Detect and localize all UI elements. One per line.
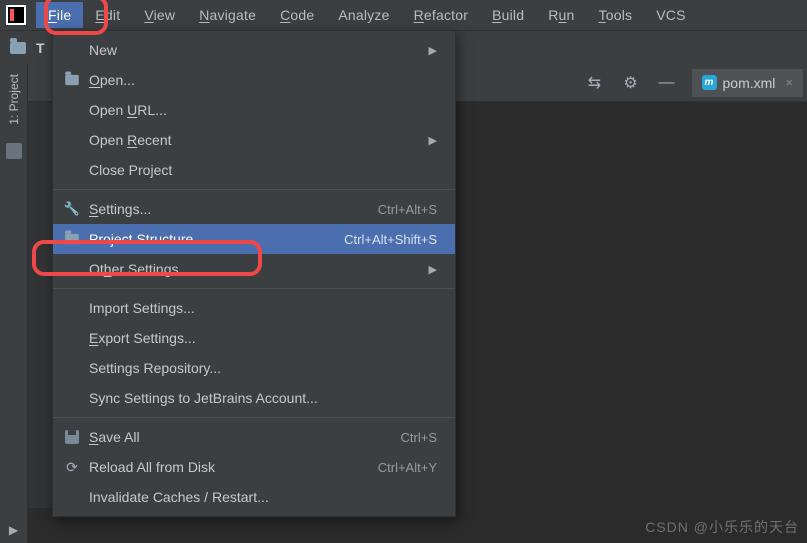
hide-tool-window-icon[interactable]: — bbox=[652, 70, 682, 96]
menu-analyze[interactable]: Analyze bbox=[326, 2, 401, 28]
menu-shortcut: Ctrl+Alt+Y bbox=[378, 460, 437, 475]
menu-item-project-structure[interactable]: Project Structure...Ctrl+Alt+Shift+S bbox=[53, 224, 455, 254]
menu-item-label: Save All bbox=[89, 429, 401, 445]
menu-shortcut: Ctrl+Alt+Shift+S bbox=[344, 232, 437, 247]
menu-bar: FileEditViewNavigateCodeAnalyzeRefactorB… bbox=[0, 0, 807, 30]
run-arrow-icon[interactable]: ▶ bbox=[9, 523, 18, 537]
menu-item-open-url[interactable]: Open URL... bbox=[53, 95, 455, 125]
menu-view[interactable]: View bbox=[132, 2, 187, 28]
menu-item-label: Settings... bbox=[89, 201, 378, 217]
menu-item-settings-repository[interactable]: Settings Repository... bbox=[53, 353, 455, 383]
menu-vcs[interactable]: VCS bbox=[644, 2, 697, 28]
folder-icon bbox=[10, 42, 26, 54]
menu-refactor[interactable]: Refactor bbox=[402, 2, 481, 28]
file-menu-popup: New ▶ Open... Open URL... Open Recent ▶ Close … bbox=[52, 30, 456, 517]
menu-separator bbox=[53, 189, 455, 190]
menu-item-invalidate-caches-restart[interactable]: Invalidate Caches / Restart... bbox=[53, 482, 455, 512]
menu-item-label: Open URL... bbox=[89, 102, 437, 118]
settings-gear-icon[interactable]: ⚙ bbox=[616, 70, 646, 96]
structure-tool-icon[interactable] bbox=[6, 143, 22, 159]
menu-item-import-settings[interactable]: Import Settings... bbox=[53, 293, 455, 323]
menu-item-reload-all-from-disk[interactable]: ⟳ Reload All from DiskCtrl+Alt+Y bbox=[53, 452, 455, 482]
menu-item-label: Invalidate Caches / Restart... bbox=[89, 489, 437, 505]
menu-separator bbox=[53, 288, 455, 289]
menu-item-new[interactable]: New ▶ bbox=[53, 35, 455, 65]
menu-edit[interactable]: Edit bbox=[83, 2, 132, 28]
menu-build[interactable]: Build bbox=[480, 2, 536, 28]
menu-item-open-recent[interactable]: Open Recent ▶ bbox=[53, 125, 455, 155]
editor-tab-pom[interactable]: m pom.xml × bbox=[692, 69, 804, 97]
menu-item-label: Import Settings... bbox=[89, 300, 437, 316]
menu-shortcut: Ctrl+Alt+S bbox=[378, 202, 437, 217]
menu-shortcut: Ctrl+S bbox=[401, 430, 437, 445]
menu-item-settings[interactable]: 🔧 Settings...Ctrl+Alt+S bbox=[53, 194, 455, 224]
menu-file[interactable]: File bbox=[36, 2, 83, 28]
project-tool-tab[interactable]: 1: Project bbox=[7, 70, 21, 129]
menu-run[interactable]: Run bbox=[536, 2, 586, 28]
wrench-icon: 🔧 bbox=[63, 202, 81, 216]
menu-item-label: Close Project bbox=[89, 162, 437, 178]
menu-item-label: Reload All from Disk bbox=[89, 459, 378, 475]
menu-separator bbox=[53, 417, 455, 418]
maven-icon: m bbox=[702, 75, 717, 90]
menu-item-close-project[interactable]: Close Project bbox=[53, 155, 455, 185]
submenu-arrow-icon: ▶ bbox=[429, 44, 437, 57]
submenu-arrow-icon: ▶ bbox=[429, 263, 437, 276]
menu-item-label: New bbox=[89, 42, 423, 58]
folder-icon bbox=[63, 232, 81, 246]
menu-item-open[interactable]: Open... bbox=[53, 65, 455, 95]
watermark: CSDN @小乐乐的天台 bbox=[645, 517, 799, 537]
menu-item-label: Export Settings... bbox=[89, 330, 437, 346]
menu-item-label: Sync Settings to JetBrains Account... bbox=[89, 390, 437, 406]
menu-code[interactable]: Code bbox=[268, 2, 326, 28]
menu-tools[interactable]: Tools bbox=[587, 2, 645, 28]
editor-tab-label: pom.xml bbox=[723, 75, 776, 91]
save-icon bbox=[63, 430, 81, 444]
tool-window-stripe-left: 1: Project ▶ bbox=[0, 64, 28, 543]
submenu-arrow-icon: ▶ bbox=[429, 134, 437, 147]
menu-item-label: Settings Repository... bbox=[89, 360, 437, 376]
folder-icon bbox=[63, 73, 81, 87]
menu-item-sync-settings-to-jetbrains-account[interactable]: Sync Settings to JetBrains Account... bbox=[53, 383, 455, 413]
project-root-label[interactable]: T bbox=[36, 40, 45, 56]
menu-item-label: Project Structure... bbox=[89, 231, 344, 247]
menu-item-label: Other Settings bbox=[89, 261, 423, 277]
menu-item-export-settings[interactable]: Export Settings... bbox=[53, 323, 455, 353]
menu-item-label: Open... bbox=[89, 72, 437, 88]
select-opened-file-icon[interactable]: ⇆ bbox=[580, 70, 610, 96]
menu-item-label: Open Recent bbox=[89, 132, 423, 148]
app-icon bbox=[6, 5, 26, 25]
close-tab-icon[interactable]: × bbox=[785, 75, 793, 90]
menu-item-save-all[interactable]: Save AllCtrl+S bbox=[53, 422, 455, 452]
reload-icon: ⟳ bbox=[63, 460, 81, 474]
menu-item-other-settings[interactable]: Other Settings ▶ bbox=[53, 254, 455, 284]
menu-navigate[interactable]: Navigate bbox=[187, 2, 268, 28]
